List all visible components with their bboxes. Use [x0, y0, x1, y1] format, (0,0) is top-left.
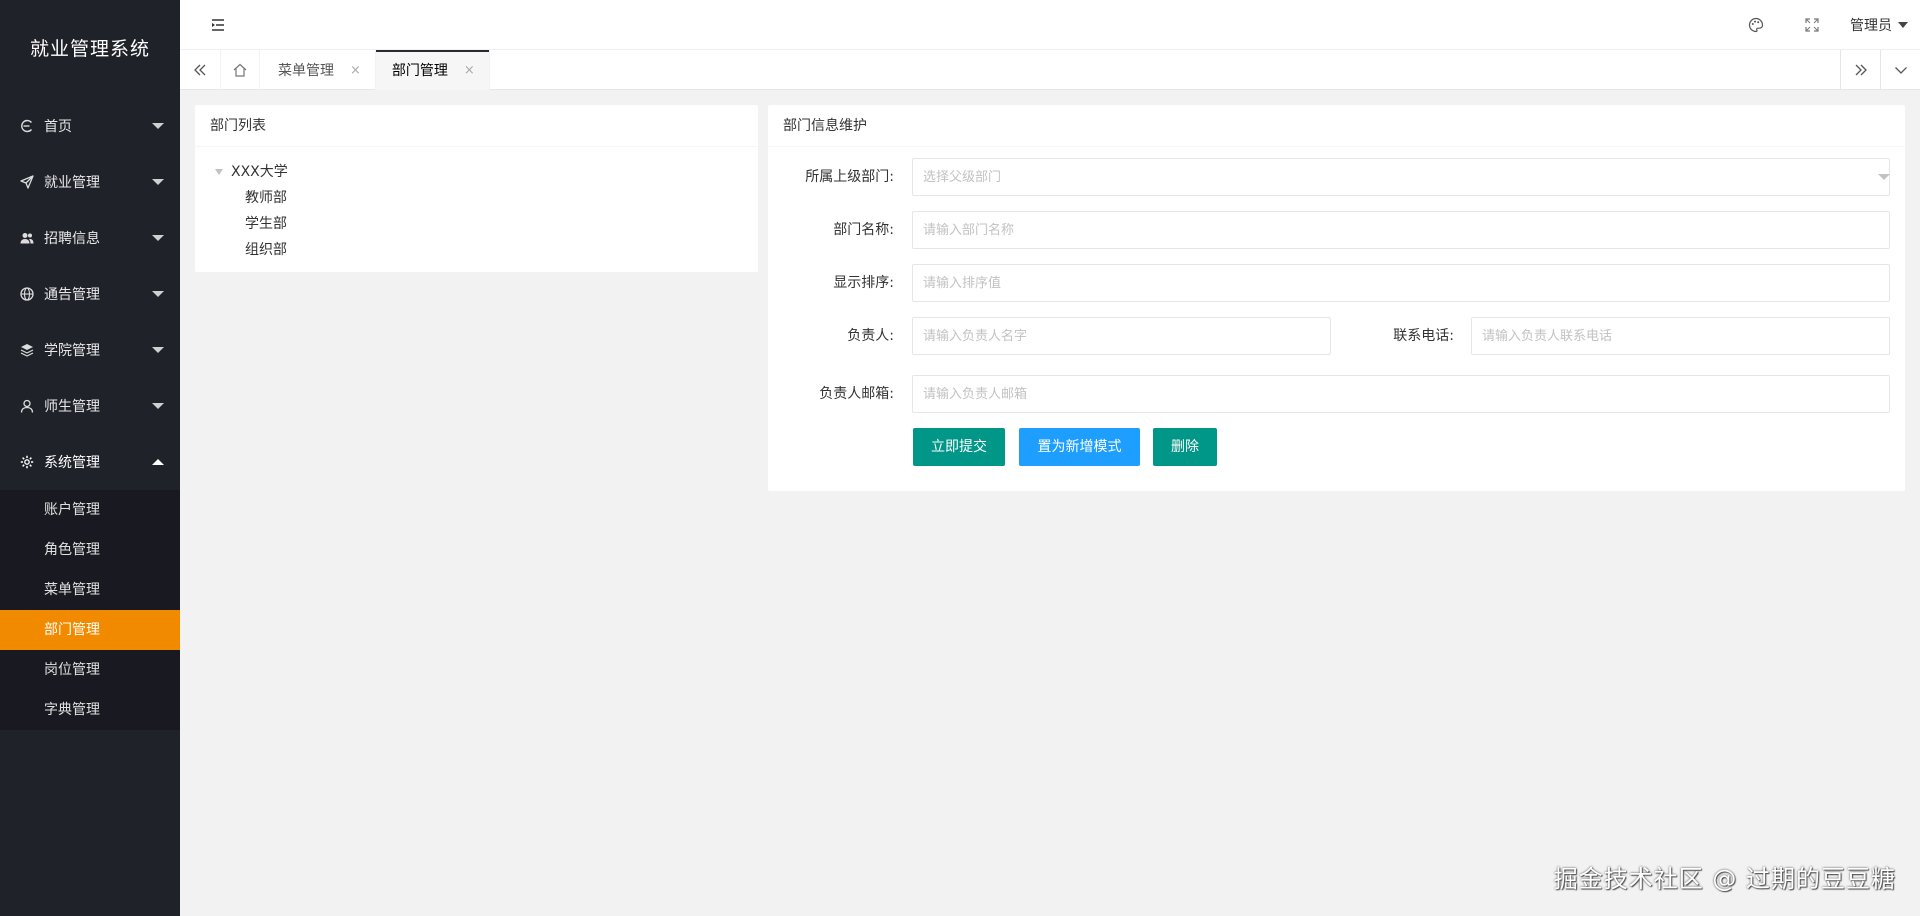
- tabs-scroll-right-icon[interactable]: [1840, 50, 1880, 90]
- tab-label: 部门管理: [391, 63, 448, 79]
- nav-item-college[interactable]: 学院管理: [0, 322, 180, 378]
- globe-icon: [20, 287, 34, 301]
- leader-email-input[interactable]: [912, 375, 1890, 413]
- layers-icon: [20, 343, 34, 357]
- sub-item-dictionary[interactable]: 字典管理: [0, 690, 180, 730]
- system-submenu: 账户管理 角色管理 菜单管理 部门管理 岗位管理 字典管理: [0, 490, 180, 730]
- display-order-label: 显示排序:: [833, 275, 894, 291]
- phone-label: 联系电话:: [1393, 328, 1454, 344]
- tab-menu-management[interactable]: 菜单管理 ×: [262, 50, 376, 90]
- chevron-down-icon: [1898, 22, 1908, 28]
- nav-item-label: 招聘信息: [44, 231, 100, 247]
- close-icon[interactable]: ×: [334, 63, 361, 78]
- dept-form-card: 部门信息维护 所属上级部门: 部门名称: 显示排序: 负责人: 联系电话: 负责…: [768, 105, 1905, 491]
- leader-label: 负责人:: [847, 328, 894, 344]
- delete-button[interactable]: 删除: [1153, 428, 1217, 466]
- dept-list-card: 部门列表 XXX大学 教师部 学生部 组织部: [195, 105, 758, 272]
- new-mode-button[interactable]: 置为新增模式: [1019, 428, 1140, 466]
- nav-item-notice[interactable]: 通告管理: [0, 266, 180, 322]
- nav-item-home[interactable]: 首页: [0, 98, 180, 154]
- nav-item-label: 就业管理: [44, 175, 100, 191]
- tab-bar: 菜单管理 × 部门管理 ×: [180, 50, 1920, 90]
- select-caret-icon: [1878, 174, 1890, 180]
- watermark-text: 掘金技术社区 @ 过期的豆豆糖: [1553, 865, 1896, 893]
- form-row-order: 显示排序:: [768, 264, 1905, 302]
- dept-form-title: 部门信息维护: [768, 105, 1905, 147]
- phone-input[interactable]: [1471, 317, 1890, 355]
- theme-palette-icon[interactable]: [1728, 0, 1784, 50]
- form-row-name: 部门名称:: [768, 211, 1905, 249]
- tree-node-child[interactable]: 教师部: [215, 185, 743, 211]
- nav-item-label: 通告管理: [44, 287, 100, 303]
- nav-item-teacher-student[interactable]: 师生管理: [0, 378, 180, 434]
- tree-node-label: XXX大学: [231, 164, 288, 180]
- chevron-down-icon: [152, 179, 164, 185]
- users-icon: [20, 231, 34, 245]
- nav-item-label: 系统管理: [44, 455, 100, 471]
- tabs-menu-chevron-down-icon[interactable]: [1880, 50, 1920, 90]
- display-order-input[interactable]: [912, 264, 1890, 302]
- tree-expand-icon[interactable]: [215, 169, 223, 175]
- app-logo-title: 就业管理系统: [29, 38, 150, 60]
- menu-collapse-icon[interactable]: [210, 17, 226, 33]
- form-row-parent: 所属上级部门:: [768, 158, 1905, 196]
- dept-name-label: 部门名称:: [833, 222, 894, 238]
- tab-department-management[interactable]: 部门管理 ×: [375, 50, 490, 90]
- tab-label: 菜单管理: [278, 63, 334, 79]
- home-icon: [20, 119, 34, 133]
- nav-item-label: 师生管理: [44, 399, 100, 415]
- dept-list-title: 部门列表: [195, 105, 758, 147]
- dept-tree: XXX大学 教师部 学生部 组织部: [195, 147, 758, 263]
- dept-name-input[interactable]: [912, 211, 1890, 249]
- tree-node-child[interactable]: 组织部: [215, 237, 743, 263]
- sub-item-role[interactable]: 角色管理: [0, 530, 180, 570]
- chevron-down-icon: [152, 403, 164, 409]
- nav-item-recruitment[interactable]: 招聘信息: [0, 210, 180, 266]
- header-right: 管理员: [1728, 0, 1920, 50]
- nav-item-label: 首页: [44, 119, 72, 135]
- user-menu[interactable]: 管理员: [1840, 0, 1920, 50]
- parent-dept-input[interactable]: [912, 158, 1890, 196]
- close-icon[interactable]: ×: [448, 63, 475, 78]
- user-icon: [20, 399, 34, 413]
- leader-email-label: 负责人邮箱:: [819, 386, 894, 402]
- nav-item-employment[interactable]: 就业管理: [0, 154, 180, 210]
- tree-node-root[interactable]: XXX大学: [215, 159, 743, 185]
- fullscreen-icon[interactable]: [1784, 0, 1840, 50]
- chevron-up-icon: [152, 459, 164, 465]
- chevron-down-icon: [152, 291, 164, 297]
- sub-item-position[interactable]: 岗位管理: [0, 650, 180, 690]
- chevron-down-icon: [152, 123, 164, 129]
- form-row-email: 负责人邮箱:: [768, 375, 1905, 413]
- tabs-scroll-left-icon[interactable]: [180, 50, 220, 90]
- nav-item-system[interactable]: 系统管理: [0, 434, 180, 490]
- nav-item-label: 学院管理: [44, 343, 100, 359]
- home-tab-icon[interactable]: [220, 50, 260, 90]
- sub-item-department[interactable]: 部门管理: [0, 610, 180, 650]
- sub-item-menu[interactable]: 菜单管理: [0, 570, 180, 610]
- send-icon: [20, 175, 34, 189]
- tree-node-child[interactable]: 学生部: [215, 211, 743, 237]
- sidebar: 就业管理系统 首页 就业管理 招聘信息 通告管理 学院管理 师生管理 系统管理 …: [0, 0, 180, 916]
- user-name: 管理员: [1850, 18, 1892, 34]
- sub-item-account[interactable]: 账户管理: [0, 490, 180, 530]
- gear-icon: [20, 455, 34, 469]
- parent-dept-label: 所属上级部门:: [805, 169, 894, 185]
- top-header: 管理员: [180, 0, 1920, 50]
- chevron-down-icon: [152, 235, 164, 241]
- tab-list: 菜单管理 × 部门管理 ×: [262, 50, 490, 90]
- chevron-down-icon: [152, 347, 164, 353]
- submit-button[interactable]: 立即提交: [913, 428, 1005, 466]
- form-row-leader: 负责人: 联系电话:: [768, 317, 1905, 355]
